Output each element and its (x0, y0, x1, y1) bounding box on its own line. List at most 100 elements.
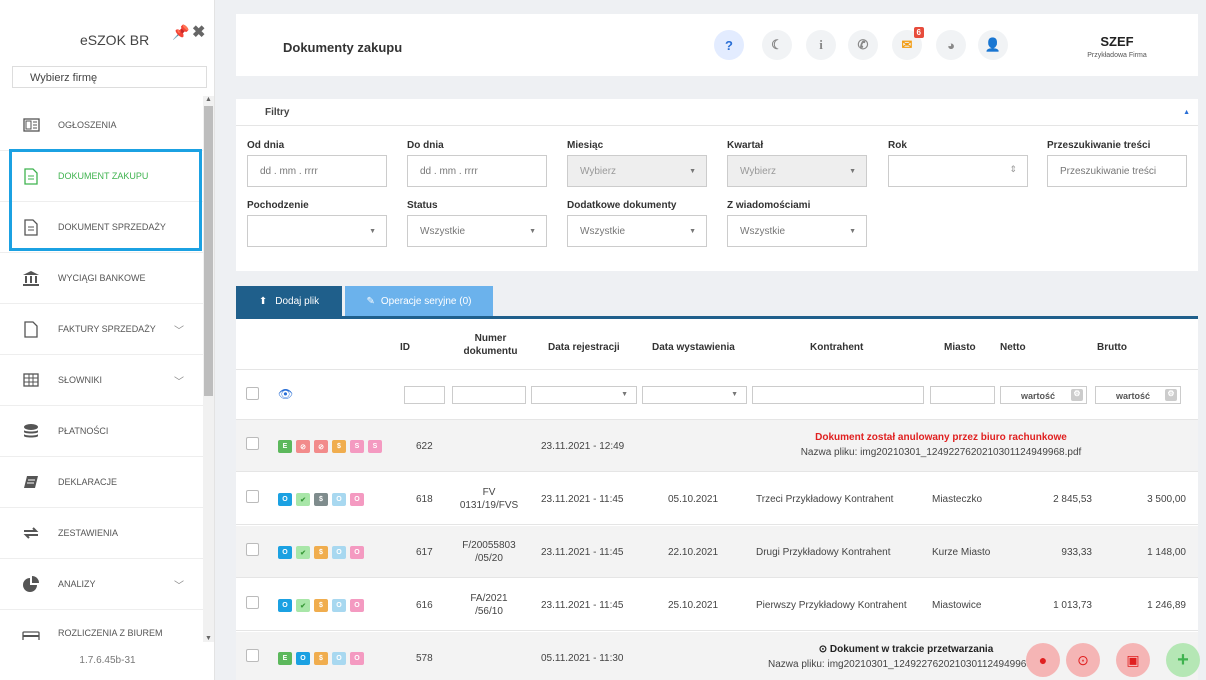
row-checkbox[interactable] (246, 649, 259, 662)
do-dnia-input[interactable]: dd . mm . rrrr (407, 155, 547, 187)
help-icon[interactable]: ? (714, 30, 744, 60)
sidebar-item-dokument-zakupu[interactable]: DOKUMENT ZAKUPU (0, 151, 203, 202)
cell-num-l2: /56/10 (475, 606, 503, 617)
cell-num-l1: F/20055803 (462, 540, 516, 551)
cell-netto: 1 013,73 (1053, 600, 1092, 611)
select-all-checkbox[interactable] (246, 387, 259, 400)
value-filter-icon[interactable]: ⚙ (1165, 389, 1177, 401)
collapse-icon[interactable]: ▲ (1183, 109, 1190, 116)
search-input[interactable]: Przeszukiwanie treści (1047, 155, 1187, 187)
brutto-placeholder: wartość (1116, 391, 1151, 401)
add-button[interactable]: + (1166, 643, 1200, 677)
rok-input[interactable]: ⇕ (888, 155, 1028, 187)
dodatkowe-select[interactable]: Wszystkie ▼ (567, 215, 707, 247)
row-checkbox[interactable] (246, 543, 259, 556)
filter-netto-input[interactable]: wartość ⚙ (1000, 386, 1087, 404)
filter-id-input[interactable] (404, 386, 445, 404)
sidebar-item-dokument-sprzedazy[interactable]: DOKUMENT SPRZEDAŻY (0, 202, 203, 253)
header-id[interactable]: ID (400, 341, 410, 354)
table-row[interactable]: O ✔ $ O O 616 FA/2021 /56/10 23.11.2021 … (236, 579, 1198, 631)
miesiac-select[interactable]: Wybierz ▼ (567, 155, 707, 187)
search-label: Przeszukiwanie treści (1047, 140, 1151, 151)
cell-date-reg: 05.11.2021 - 11:30 (541, 653, 624, 664)
header-data-rejestracji[interactable]: Data rejestracji (548, 341, 620, 354)
header-brutto[interactable]: Brutto (1097, 341, 1127, 354)
value-filter-icon[interactable]: ⚙ (1071, 389, 1083, 401)
user-icon[interactable]: 👤 (978, 30, 1008, 60)
pdf-button[interactable]: ▣ (1116, 643, 1150, 677)
filter-kontrahent-input[interactable] (752, 386, 924, 404)
phone-icon[interactable]: ✆ (848, 30, 878, 60)
sidebar-item-zestawienia[interactable]: ZESTAWIENIA (0, 508, 203, 559)
bank-icon (22, 269, 40, 287)
status-select[interactable]: Wszystkie ▼ (407, 215, 547, 247)
sidebar-item-label: SŁOWNIKI (58, 375, 103, 385)
pochodzenie-select[interactable]: ▼ (247, 215, 387, 247)
spinner-icon[interactable]: ⇕ (1009, 164, 1017, 175)
cell-filename: Nazwa pliku: img20210301_124922762021030… (800, 447, 1082, 458)
scroll-down-icon[interactable]: ▼ (205, 635, 212, 642)
user-firm: Przykładowa Firma (1087, 52, 1147, 59)
table-row[interactable]: O ✔ $ O O 618 FV 0131/19/FVS 23.11.2021 … (236, 473, 1198, 525)
chevron-down-icon[interactable]: ﹀ (174, 322, 184, 337)
kwartal-label: Kwartał (727, 140, 764, 151)
status-o-icon: O (350, 493, 364, 506)
caret-down-icon: ▼ (529, 228, 536, 235)
header-netto[interactable]: Netto (1000, 341, 1026, 354)
pin-icon[interactable]: 📌 (172, 24, 189, 41)
sidebar-item-wyciagi-bankowe[interactable]: WYCIĄGI BANKOWE (0, 253, 203, 304)
eye-icon[interactable]: 👁 (278, 387, 293, 401)
cell-date-iss: 05.10.2021 (668, 494, 719, 505)
filter-data-wyst-select[interactable]: ▼ (642, 386, 747, 404)
scrollbar-thumb[interactable] (204, 106, 213, 396)
cell-id: 617 (416, 547, 433, 558)
history-button[interactable]: ⊙ (1066, 643, 1100, 677)
kwartal-select[interactable]: Wybierz ▼ (727, 155, 867, 187)
table-row[interactable]: E ⊘ ⊘ $ S S 622 23.11.2021 - 12:49 Dokum… (236, 420, 1198, 472)
scroll-up-icon[interactable]: ▲ (205, 96, 212, 103)
serial-operations-button[interactable]: ✎ Operacje seryjne (0) (345, 286, 493, 316)
globe-icon[interactable]: ◕ (936, 30, 966, 60)
status-check-icon: ✔ (296, 493, 310, 506)
row-checkbox[interactable] (246, 490, 259, 503)
status-o-icon: O (332, 599, 346, 612)
row-checkbox[interactable] (246, 596, 259, 609)
user-name: SZEF (1100, 34, 1134, 49)
header-data-wystawienia[interactable]: Data wystawienia (652, 341, 735, 354)
add-file-button[interactable]: ⬆ Dodaj plik (236, 286, 342, 316)
user-block[interactable]: SZEF Przykładowa Firma (1062, 34, 1172, 59)
filter-brutto-input[interactable]: wartość ⚙ (1095, 386, 1181, 404)
cell-netto: 933,33 (1061, 547, 1092, 558)
table-row[interactable]: O ✔ $ O O 617 F/20055803 /05/20 23.11.20… (236, 526, 1198, 578)
sidebar-item-ogloszenia[interactable]: OGŁOSZENIA (0, 100, 203, 151)
mail-icon[interactable]: ✉ 6 (892, 27, 924, 60)
chevron-down-icon[interactable]: ﹀ (174, 373, 184, 388)
sidebar-scrollbar[interactable]: ▲ ▼ (203, 96, 214, 642)
row-checkbox[interactable] (246, 437, 259, 450)
wiadomosci-select[interactable]: Wszystkie ▼ (727, 215, 867, 247)
status-check-icon: ✔ (296, 599, 310, 612)
chevron-down-icon[interactable]: ﹀ (174, 577, 184, 592)
sidebar-item-faktury-sprzedazy[interactable]: FAKTURY SPRZEDAŻY ﹀ (0, 304, 203, 355)
cell-brutto: 1 246,89 (1147, 600, 1186, 611)
sidebar-item-label: WYCIĄGI BANKOWE (58, 273, 146, 283)
sidebar-item-analizy[interactable]: ANALIZY ﹀ (0, 559, 203, 610)
filter-data-rej-select[interactable]: ▼ (531, 386, 637, 404)
chat-button[interactable]: ● (1026, 643, 1060, 677)
sidebar-item-label: ZESTAWIENIA (58, 528, 119, 538)
close-icon[interactable]: ✖ (192, 22, 205, 42)
header-kontrahent[interactable]: Kontrahent (810, 341, 863, 354)
filter-numer-input[interactable] (452, 386, 526, 404)
sidebar-item-rozliczenia[interactable]: ROZLICZENIA Z BIUREM RACHUNKOWYM (0, 610, 203, 640)
info-icon[interactable]: i (806, 30, 836, 60)
sidebar-item-deklaracje[interactable]: DEKLARACJE (0, 457, 203, 508)
status-dollar-icon: $ (332, 440, 346, 453)
header-numer[interactable]: Numer dokumentu (458, 332, 523, 358)
firm-select[interactable]: Wybierz firmę (12, 66, 207, 88)
od-dnia-input[interactable]: dd . mm . rrrr (247, 155, 387, 187)
moon-icon[interactable]: ☾ (762, 30, 792, 60)
sidebar-item-slowniki[interactable]: SŁOWNIKI ﹀ (0, 355, 203, 406)
header-miasto[interactable]: Miasto (944, 341, 976, 354)
sidebar-item-platnosci[interactable]: PŁATNOŚCI (0, 406, 203, 457)
filter-miasto-input[interactable] (930, 386, 995, 404)
